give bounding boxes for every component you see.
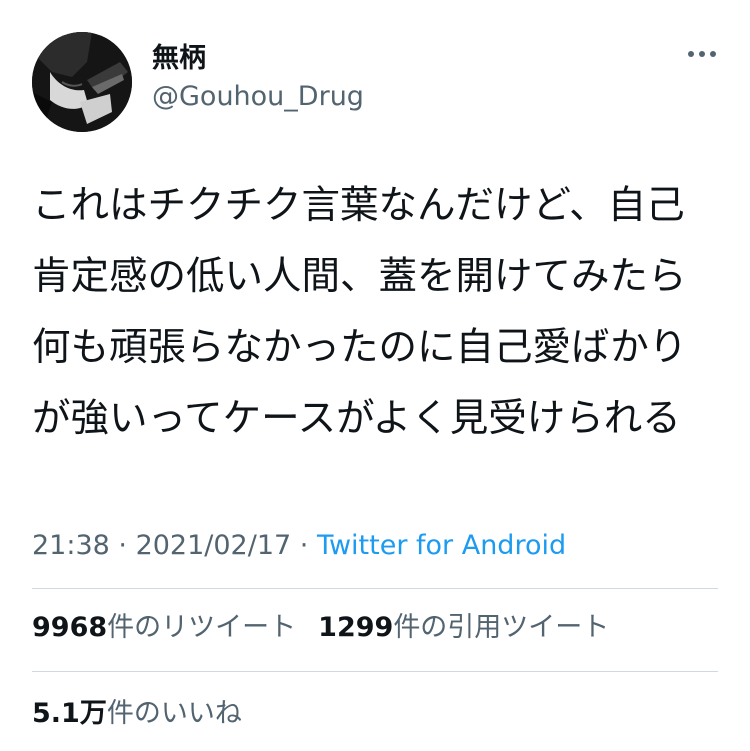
tweet-time[interactable]: 21:38 — [32, 530, 110, 561]
quotes-count: 1299 — [318, 612, 394, 643]
author-handle[interactable]: @Gouhou_Drug — [152, 80, 364, 114]
retweets-label: 件のリツイート — [107, 612, 297, 643]
more-options-button[interactable] — [682, 38, 722, 70]
meta-separator: · — [291, 530, 317, 561]
author-display-name[interactable]: 無柄 — [152, 42, 206, 76]
retweet-stats-row: 9968件のリツイート 1299件の引用ツイート — [32, 608, 609, 648]
likes-stats-row: 5.1万件のいいね — [32, 694, 242, 734]
retweets-stat[interactable]: 9968件のリツイート — [32, 612, 296, 643]
tweet-source-link[interactable]: Twitter for Android — [317, 530, 566, 561]
avatar[interactable] — [32, 32, 132, 132]
retweets-count: 9968 — [32, 612, 108, 643]
tweet-text: これはチクチク言葉なんだけど、自己肯定感の低い人間、蓋を開けてみたら何も頑張らな… — [32, 183, 688, 441]
divider — [32, 588, 718, 589]
profile-avatar-image — [32, 32, 132, 132]
likes-count: 5.1万 — [32, 698, 107, 729]
quotes-label: 件の引用ツイート — [393, 612, 610, 643]
tweet-header: 無柄 @Gouhou_Drug — [32, 32, 722, 132]
likes-stat[interactable]: 5.1万件のいいね — [32, 698, 242, 729]
more-horizontal-icon — [688, 51, 716, 57]
tweet-meta: 21:38 · 2021/02/17 · Twitter for Android — [32, 526, 566, 566]
divider — [32, 671, 718, 672]
likes-label: 件のいいね — [106, 698, 242, 729]
meta-separator: · — [109, 530, 136, 561]
quotes-stat[interactable]: 1299件の引用ツイート — [318, 612, 609, 643]
tweet-date[interactable]: 2021/02/17 — [136, 530, 292, 561]
